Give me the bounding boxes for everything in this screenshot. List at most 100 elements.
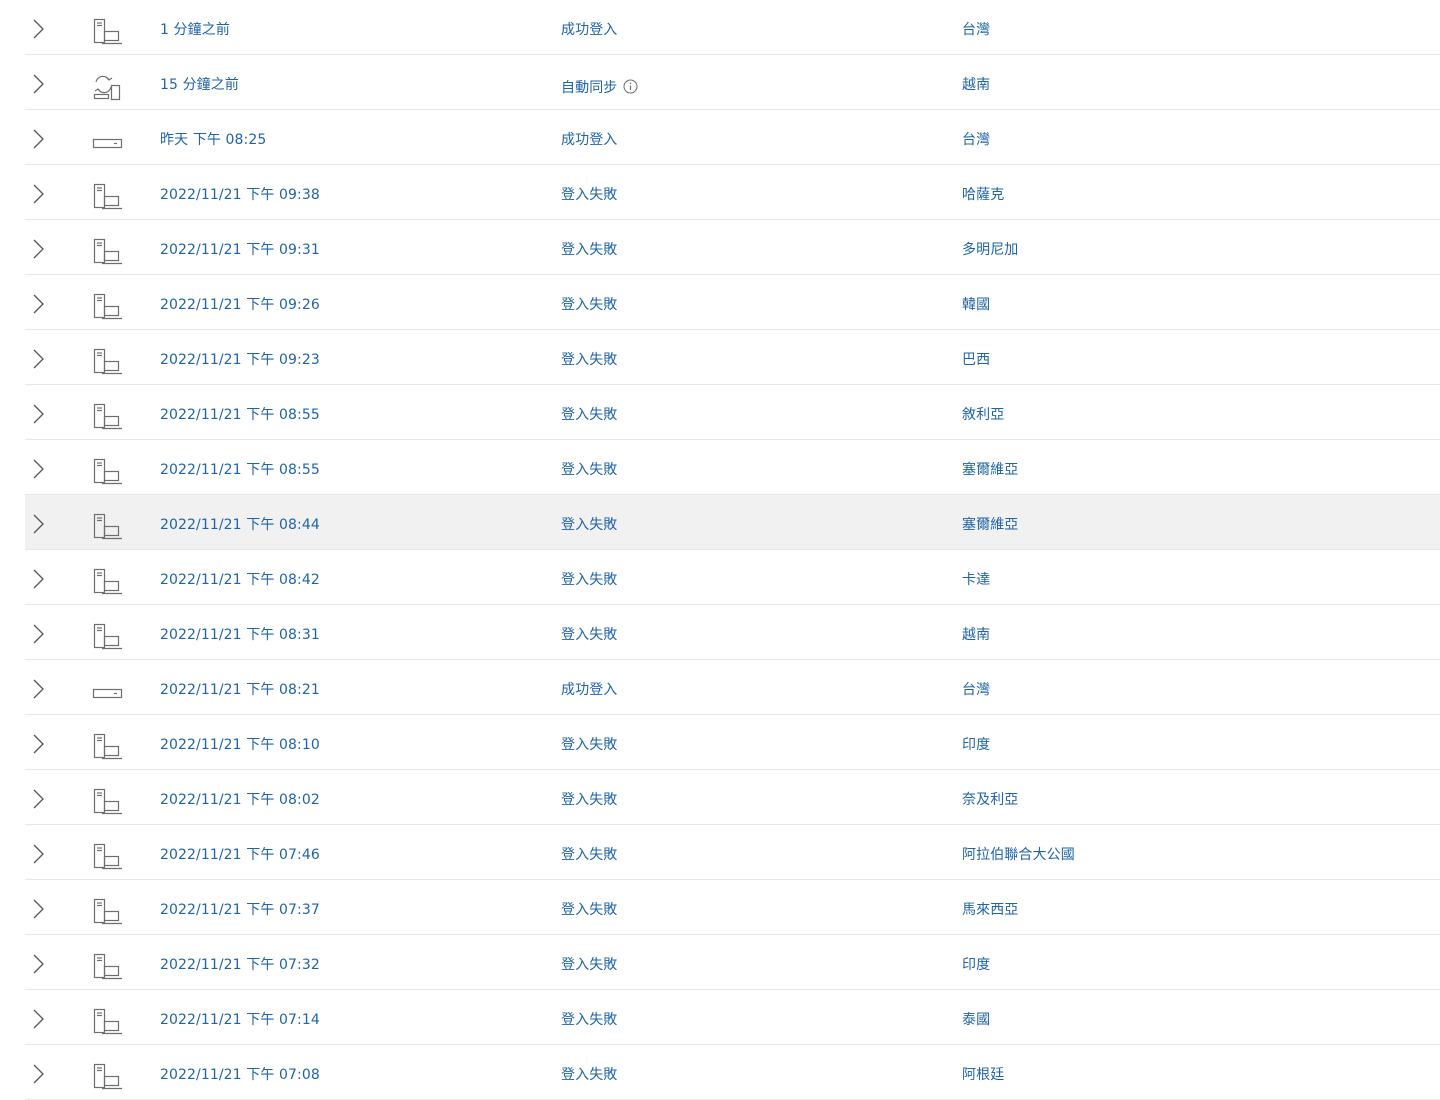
table-row[interactable]: 2022/11/21 下午 07:32 登入失敗 印度 xyxy=(25,935,1440,990)
activity-time[interactable]: 1 分鐘之前 xyxy=(160,20,230,40)
activity-time[interactable]: 2022/11/21 下午 08:55 xyxy=(160,405,320,425)
table-row[interactable]: 2022/11/21 下午 07:14 登入失敗 泰國 xyxy=(25,990,1440,1045)
activity-location[interactable]: 印度 xyxy=(962,735,990,755)
activity-location[interactable]: 印度 xyxy=(962,955,990,975)
activity-type[interactable]: 登入失敗 xyxy=(561,625,617,645)
activity-location[interactable]: 奈及利亞 xyxy=(962,790,1018,810)
activity-time[interactable]: 2022/11/21 下午 07:32 xyxy=(160,955,320,975)
activity-location[interactable]: 台灣 xyxy=(962,20,990,40)
activity-location[interactable]: 馬來西亞 xyxy=(962,900,1018,920)
table-row[interactable]: 2022/11/21 下午 08:02 登入失敗 奈及利亞 xyxy=(25,770,1440,825)
table-row[interactable]: 2022/11/21 下午 09:31 登入失敗 多明尼加 xyxy=(25,220,1440,275)
activity-type[interactable]: 登入失敗 xyxy=(561,1065,617,1085)
table-row[interactable]: 2022/11/21 下午 08:55 登入失敗 敘利亞 xyxy=(25,385,1440,440)
table-row[interactable]: 2022/11/21 下午 08:10 登入失敗 印度 xyxy=(25,715,1440,770)
activity-type[interactable]: 登入失敗 xyxy=(561,1010,617,1030)
activity-time[interactable]: 2022/11/21 下午 09:31 xyxy=(160,240,320,260)
table-row[interactable]: 昨天 下午 08:25 成功登入 台灣 xyxy=(25,110,1440,165)
chevron-right-icon[interactable] xyxy=(31,844,45,864)
activity-type[interactable]: 登入失敗 xyxy=(561,570,617,590)
chevron-right-icon[interactable] xyxy=(31,349,45,369)
activity-time[interactable]: 2022/11/21 下午 09:26 xyxy=(160,295,320,315)
activity-type[interactable]: 登入失敗 xyxy=(561,900,617,920)
chevron-right-icon[interactable] xyxy=(31,294,45,314)
table-row[interactable]: 2022/11/21 下午 08:42 登入失敗 卡達 xyxy=(25,550,1440,605)
activity-time[interactable]: 2022/11/21 下午 09:23 xyxy=(160,350,320,370)
activity-time[interactable]: 2022/11/21 下午 07:37 xyxy=(160,900,320,920)
activity-type[interactable]: 登入失敗 xyxy=(561,185,617,205)
activity-type[interactable]: 成功登入 xyxy=(561,130,617,150)
activity-type[interactable]: 登入失敗 xyxy=(561,955,617,975)
activity-time[interactable]: 昨天 下午 08:25 xyxy=(160,130,266,150)
activity-time[interactable]: 2022/11/21 下午 08:42 xyxy=(160,570,320,590)
activity-location[interactable]: 卡達 xyxy=(962,570,990,590)
activity-location[interactable]: 敘利亞 xyxy=(962,405,1004,425)
activity-location[interactable]: 台灣 xyxy=(962,130,990,150)
activity-location[interactable]: 哈薩克 xyxy=(962,185,1004,205)
table-row[interactable]: 15 分鐘之前 自動同步 越南 xyxy=(25,55,1440,110)
activity-time[interactable]: 2022/11/21 下午 08:44 xyxy=(160,515,320,535)
activity-location[interactable]: 巴西 xyxy=(962,350,990,370)
activity-type[interactable]: 登入失敗 xyxy=(561,240,617,260)
activity-type[interactable]: 登入失敗 xyxy=(561,460,617,480)
activity-type[interactable]: 成功登入 xyxy=(561,680,617,700)
activity-type[interactable]: 登入失敗 xyxy=(561,790,617,810)
activity-time[interactable]: 2022/11/21 下午 08:31 xyxy=(160,625,320,645)
activity-location[interactable]: 泰國 xyxy=(962,1010,990,1030)
table-row[interactable]: 2022/11/21 下午 07:37 登入失敗 馬來西亞 xyxy=(25,880,1440,935)
activity-time[interactable]: 2022/11/21 下午 08:21 xyxy=(160,680,320,700)
activity-time[interactable]: 2022/11/21 下午 07:14 xyxy=(160,1010,320,1030)
chevron-right-icon[interactable] xyxy=(31,129,45,149)
chevron-right-icon[interactable] xyxy=(31,1009,45,1029)
activity-type[interactable]: 登入失敗 xyxy=(561,735,617,755)
chevron-right-icon[interactable] xyxy=(31,184,45,204)
table-row[interactable]: 2022/11/21 下午 08:44 登入失敗 塞爾維亞 xyxy=(25,495,1440,550)
chevron-right-icon[interactable] xyxy=(31,734,45,754)
chevron-right-icon[interactable] xyxy=(31,899,45,919)
activity-location[interactable]: 多明尼加 xyxy=(962,240,1018,260)
activity-type[interactable]: 自動同步 xyxy=(561,78,638,98)
activity-location[interactable]: 塞爾維亞 xyxy=(962,515,1018,535)
info-icon[interactable] xyxy=(623,79,638,94)
activity-time[interactable]: 2022/11/21 下午 08:10 xyxy=(160,735,320,755)
activity-location[interactable]: 塞爾維亞 xyxy=(962,460,1018,480)
activity-time[interactable]: 2022/11/21 下午 08:55 xyxy=(160,460,320,480)
chevron-right-icon[interactable] xyxy=(31,459,45,479)
chevron-right-icon[interactable] xyxy=(31,74,45,94)
activity-location[interactable]: 阿拉伯聯合大公國 xyxy=(962,845,1075,865)
table-row[interactable]: 2022/11/21 下午 08:55 登入失敗 塞爾維亞 xyxy=(25,440,1440,495)
table-row[interactable]: 2022/11/21 下午 08:21 成功登入 台灣 xyxy=(25,660,1440,715)
activity-time[interactable]: 2022/11/21 下午 07:46 xyxy=(160,845,320,865)
activity-type[interactable]: 登入失敗 xyxy=(561,350,617,370)
activity-type[interactable]: 登入失敗 xyxy=(561,295,617,315)
activity-time[interactable]: 2022/11/21 下午 09:38 xyxy=(160,185,320,205)
activity-type[interactable]: 登入失敗 xyxy=(561,845,617,865)
chevron-right-icon[interactable] xyxy=(31,239,45,259)
activity-location[interactable]: 阿根廷 xyxy=(962,1065,1004,1085)
chevron-right-icon[interactable] xyxy=(31,1064,45,1084)
activity-time[interactable]: 15 分鐘之前 xyxy=(160,75,239,95)
chevron-right-icon[interactable] xyxy=(31,569,45,589)
table-row[interactable]: 1 分鐘之前 成功登入 台灣 xyxy=(25,0,1440,55)
chevron-right-icon[interactable] xyxy=(31,514,45,534)
activity-type[interactable]: 登入失敗 xyxy=(561,515,617,535)
chevron-right-icon[interactable] xyxy=(31,404,45,424)
table-row[interactable]: 2022/11/21 下午 09:26 登入失敗 韓國 xyxy=(25,275,1440,330)
table-row[interactable]: 2022/11/21 下午 09:23 登入失敗 巴西 xyxy=(25,330,1440,385)
chevron-right-icon[interactable] xyxy=(31,679,45,699)
chevron-right-icon[interactable] xyxy=(31,19,45,39)
chevron-right-icon[interactable] xyxy=(31,789,45,809)
activity-location[interactable]: 越南 xyxy=(962,625,990,645)
activity-location[interactable]: 越南 xyxy=(962,75,990,95)
table-row[interactable]: 2022/11/21 下午 09:38 登入失敗 哈薩克 xyxy=(25,165,1440,220)
chevron-right-icon[interactable] xyxy=(31,624,45,644)
activity-time[interactable]: 2022/11/21 下午 08:02 xyxy=(160,790,320,810)
activity-location[interactable]: 韓國 xyxy=(962,295,990,315)
table-row[interactable]: 2022/11/21 下午 07:46 登入失敗 阿拉伯聯合大公國 xyxy=(25,825,1440,880)
activity-type[interactable]: 登入失敗 xyxy=(561,405,617,425)
activity-time[interactable]: 2022/11/21 下午 07:08 xyxy=(160,1065,320,1085)
activity-type[interactable]: 成功登入 xyxy=(561,20,617,40)
table-row[interactable]: 2022/11/21 下午 08:31 登入失敗 越南 xyxy=(25,605,1440,660)
activity-location[interactable]: 台灣 xyxy=(962,680,990,700)
chevron-right-icon[interactable] xyxy=(31,954,45,974)
